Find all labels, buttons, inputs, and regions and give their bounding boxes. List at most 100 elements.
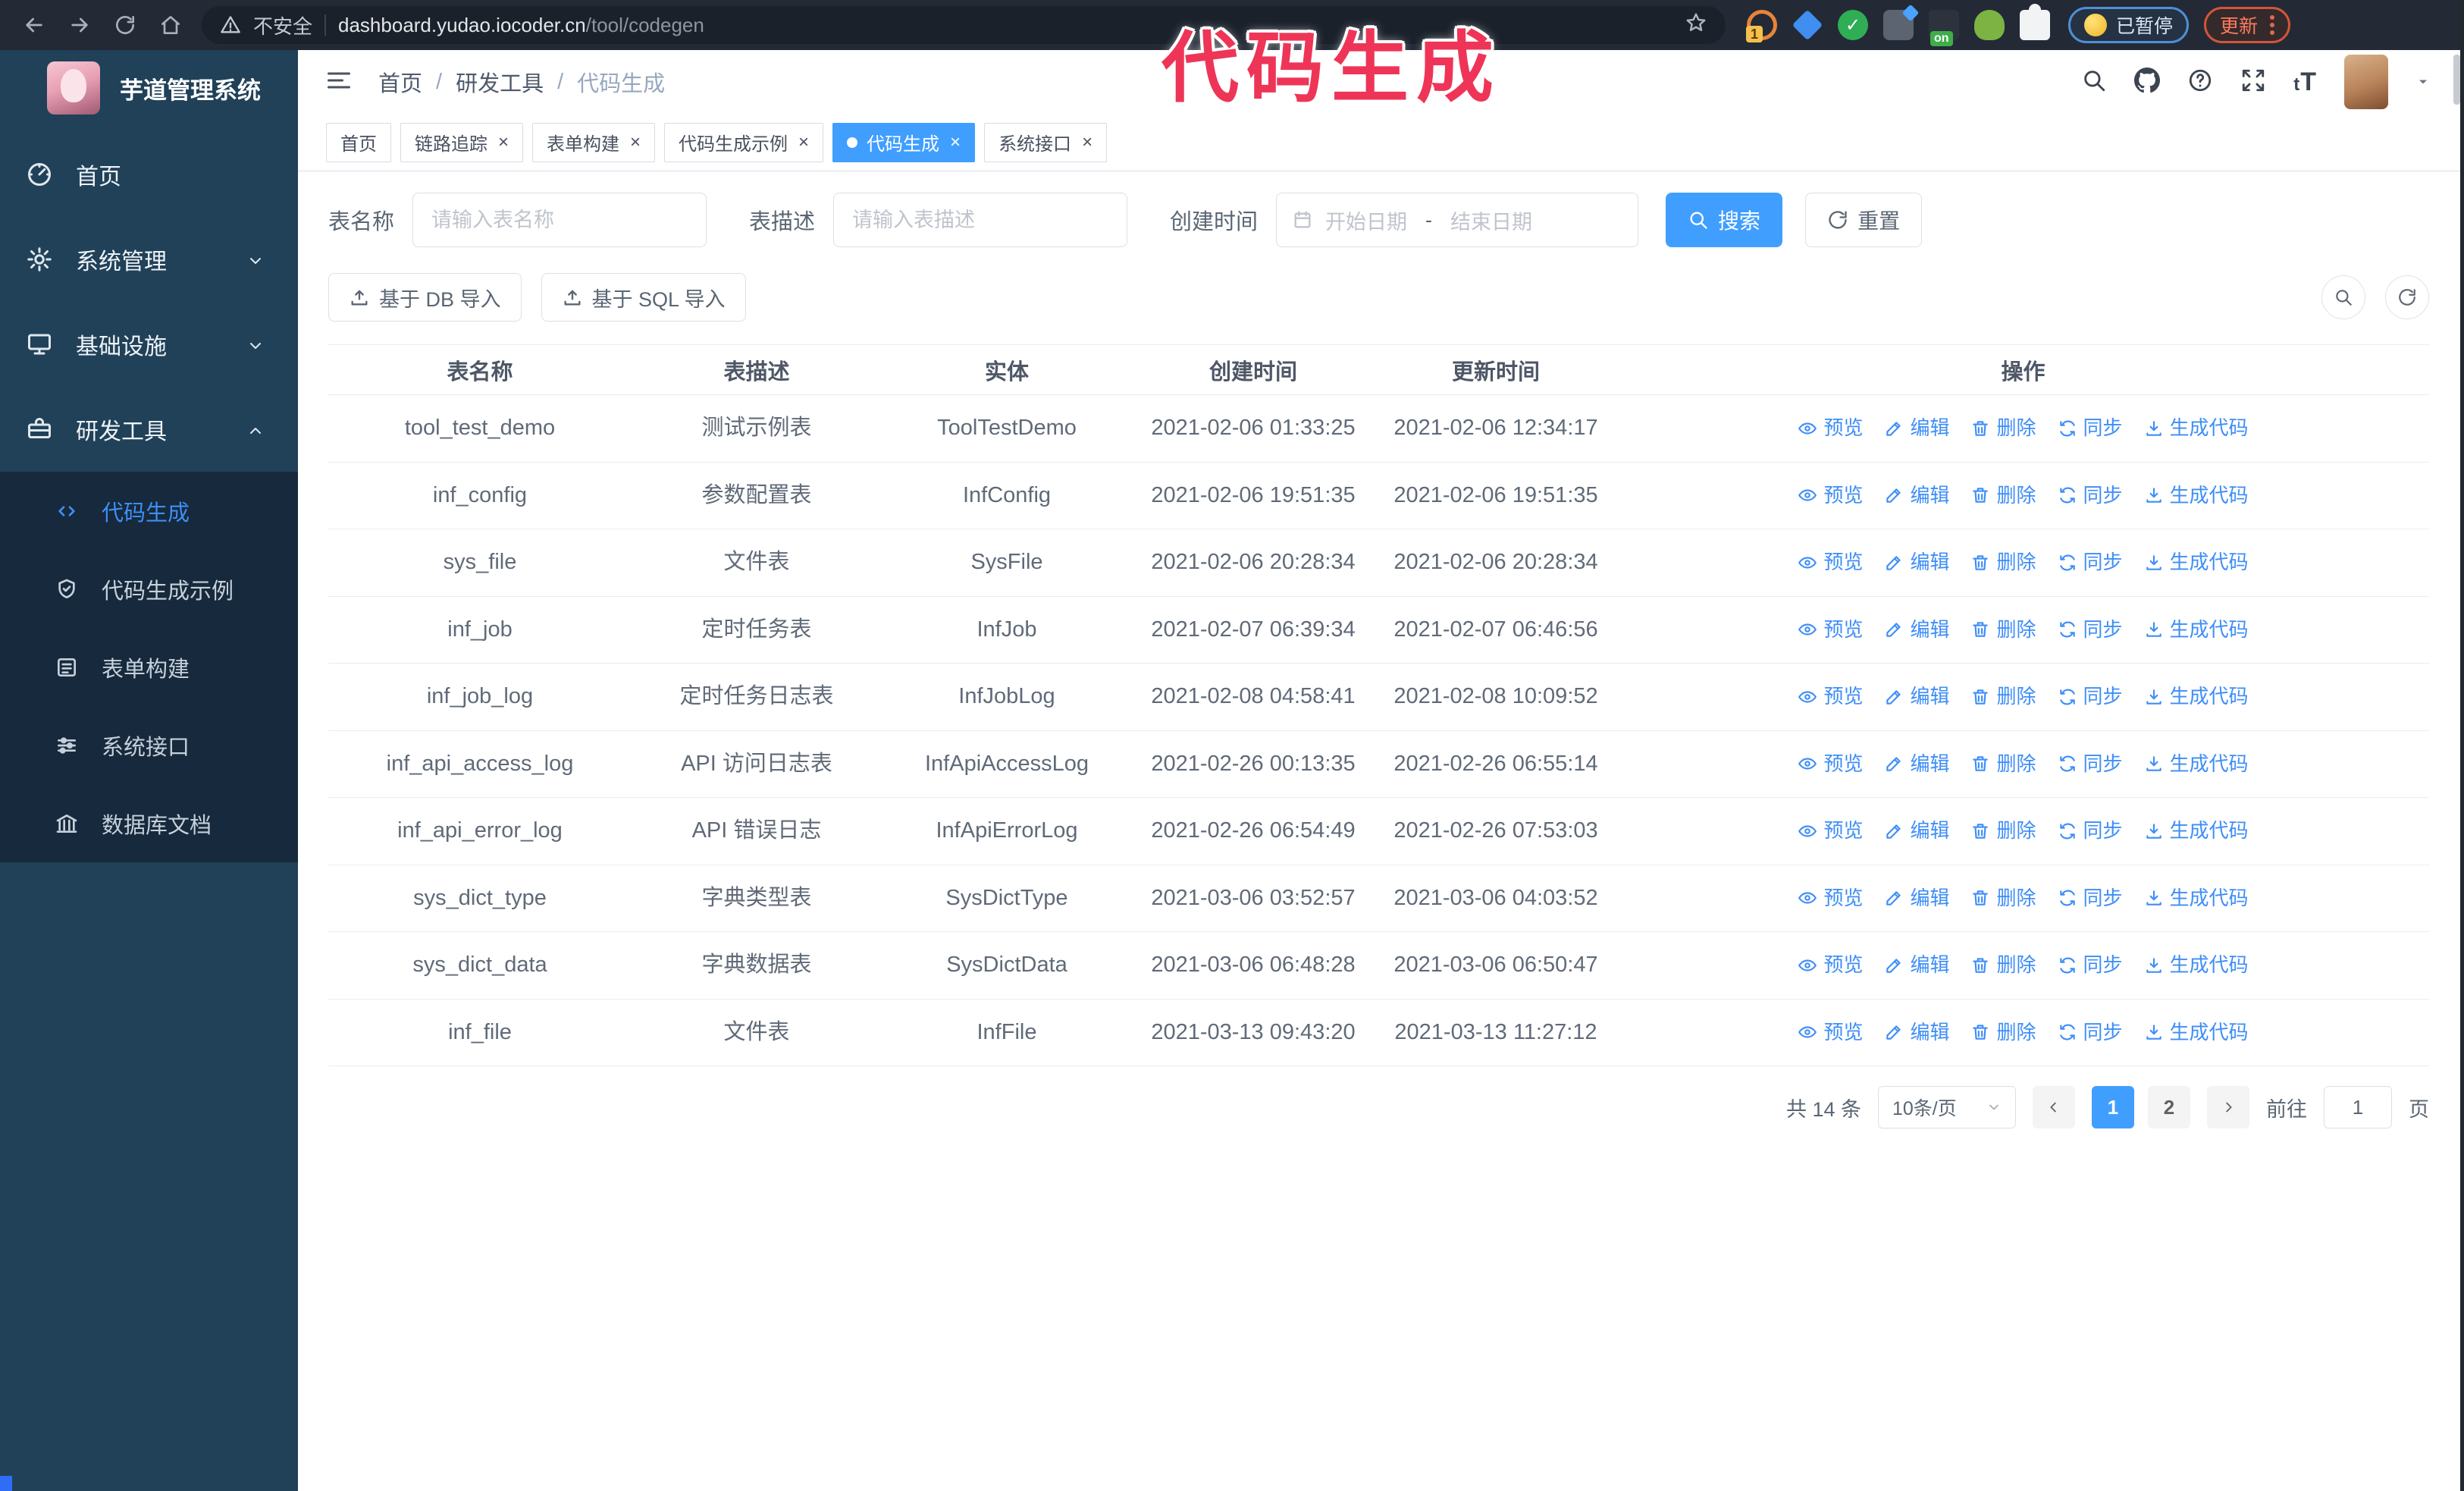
action-edit[interactable]: 编辑 [1884,481,1949,510]
action-delete[interactable]: 删除 [1970,548,2036,577]
action-sync[interactable]: 同步 [2058,884,2123,913]
screen-on-extension-icon[interactable]: on [1929,10,1959,46]
action-preview[interactable]: 预览 [1798,884,1863,913]
kebab-menu-icon[interactable] [2270,15,2275,35]
action-sync[interactable]: 同步 [2058,816,2123,846]
tab-codegen[interactable]: 代码生成 × [832,122,976,162]
action-generate[interactable]: 生成代码 [2144,413,2249,443]
close-icon[interactable]: × [498,133,509,152]
search-button[interactable]: 搜索 [1666,193,1783,247]
action-edit[interactable]: 编辑 [1884,816,1949,846]
action-sync[interactable]: 同步 [2058,950,2123,980]
sidebar-item-devtools[interactable]: 研发工具 [0,387,298,472]
action-sync[interactable]: 同步 [2058,615,2123,645]
action-preview[interactable]: 预览 [1798,548,1863,577]
action-edit[interactable]: 编辑 [1884,950,1949,980]
tab-form-builder[interactable]: 表单构建 × [532,122,656,162]
action-delete[interactable]: 删除 [1970,615,2036,645]
sidebar-subitem-db-doc[interactable]: 数据库文档 [0,784,298,862]
goto-page-input[interactable] [2324,1086,2392,1128]
table-name-input[interactable] [412,193,707,247]
action-delete[interactable]: 删除 [1970,950,2036,980]
action-sync[interactable]: 同步 [2058,749,2123,779]
close-icon[interactable]: × [1082,133,1092,152]
action-generate[interactable]: 生成代码 [2144,481,2249,510]
green-bot-extension-icon[interactable] [1974,10,2005,40]
action-preview[interactable]: 预览 [1798,615,1863,645]
action-generate[interactable]: 生成代码 [2144,950,2249,980]
reset-button[interactable]: 重置 [1805,193,1923,247]
action-generate[interactable]: 生成代码 [2144,884,2249,913]
action-preview[interactable]: 预览 [1798,1018,1863,1047]
page-size-select[interactable]: 10条/页 [1878,1086,2016,1128]
refresh-table-button[interactable] [2385,275,2429,319]
app-logo-row[interactable]: 芋道管理系统 [0,50,298,126]
sidebar-item-system[interactable]: 系统管理 [0,217,298,302]
action-preview[interactable]: 预览 [1798,950,1863,980]
page-button-2[interactable]: 2 [2148,1086,2190,1128]
action-edit[interactable]: 编辑 [1884,548,1949,577]
fullscreen-icon[interactable] [2240,67,2266,97]
update-button[interactable]: 更新 [2204,7,2291,43]
reload-button[interactable] [105,5,146,46]
prev-page-button[interactable] [2033,1086,2075,1128]
grid-extension-icon[interactable] [1883,10,1914,40]
blue-gem-extension-icon[interactable] [1792,9,1823,41]
action-preview[interactable]: 预览 [1798,749,1863,779]
github-icon[interactable] [2134,67,2160,97]
action-generate[interactable]: 生成代码 [2144,615,2249,645]
action-preview[interactable]: 预览 [1798,682,1863,711]
paused-badge[interactable]: 已暂停 [2068,7,2190,43]
green-check-extension-icon[interactable]: ✓ [1838,10,1868,40]
toggle-search-button[interactable] [2321,275,2365,319]
action-edit[interactable]: 编辑 [1884,749,1949,779]
scrollbar-thumb[interactable] [2453,55,2460,105]
user-menu-caret-icon[interactable] [2415,74,2431,89]
action-generate[interactable]: 生成代码 [2144,1018,2249,1047]
next-page-button[interactable] [2207,1086,2249,1128]
action-sync[interactable]: 同步 [2058,682,2123,711]
search-icon[interactable] [2081,67,2107,97]
orange-ring-extension-icon[interactable]: 1 [1746,10,1777,42]
action-delete[interactable]: 删除 [1970,481,2036,510]
page-button-1[interactable]: 1 [2092,1086,2134,1128]
collapse-sidebar-button[interactable] [325,67,353,98]
close-icon[interactable]: × [798,133,809,152]
bookmark-star-icon[interactable] [1685,11,1707,39]
action-preview[interactable]: 预览 [1798,816,1863,846]
action-edit[interactable]: 编辑 [1884,682,1949,711]
puzzle-extension-icon[interactable] [2020,4,2050,40]
forward-button[interactable] [59,5,100,46]
sidebar-subitem-codegen-example[interactable]: 代码生成示例 [0,550,298,628]
action-delete[interactable]: 删除 [1970,816,2036,846]
action-delete[interactable]: 删除 [1970,682,2036,711]
action-sync[interactable]: 同步 [2058,1018,2123,1047]
action-delete[interactable]: 删除 [1970,1018,2036,1047]
home-button[interactable] [150,5,191,46]
action-edit[interactable]: 编辑 [1884,884,1949,913]
tab-system-api[interactable]: 系统接口 × [984,122,1108,162]
action-delete[interactable]: 删除 [1970,413,2036,443]
action-sync[interactable]: 同步 [2058,481,2123,510]
action-sync[interactable]: 同步 [2058,413,2123,443]
tab-codegen-example[interactable]: 代码生成示例 × [664,122,824,162]
date-range-picker[interactable]: 开始日期 - 结束日期 [1276,193,1639,247]
back-button[interactable] [14,5,55,46]
sidebar-subitem-codegen[interactable]: 代码生成 [0,472,298,550]
action-generate[interactable]: 生成代码 [2144,749,2249,779]
tab-tracing[interactable]: 链路追踪 × [400,122,524,162]
close-icon[interactable]: × [950,133,961,152]
close-icon[interactable]: × [630,133,641,152]
sidebar-item-home[interactable]: 首页 [0,132,298,217]
import-db-button[interactable]: 基于 DB 导入 [328,273,522,322]
action-delete[interactable]: 删除 [1970,884,2036,913]
help-icon[interactable] [2187,67,2213,97]
table-desc-input[interactable] [833,193,1128,247]
breadcrumb-item[interactable]: 研发工具 [456,66,544,98]
action-generate[interactable]: 生成代码 [2144,682,2249,711]
action-generate[interactable]: 生成代码 [2144,548,2249,577]
breadcrumb-item[interactable]: 首页 [378,66,422,98]
user-avatar[interactable] [2344,55,2388,109]
action-delete[interactable]: 删除 [1970,749,2036,779]
import-sql-button[interactable]: 基于 SQL 导入 [541,273,746,322]
